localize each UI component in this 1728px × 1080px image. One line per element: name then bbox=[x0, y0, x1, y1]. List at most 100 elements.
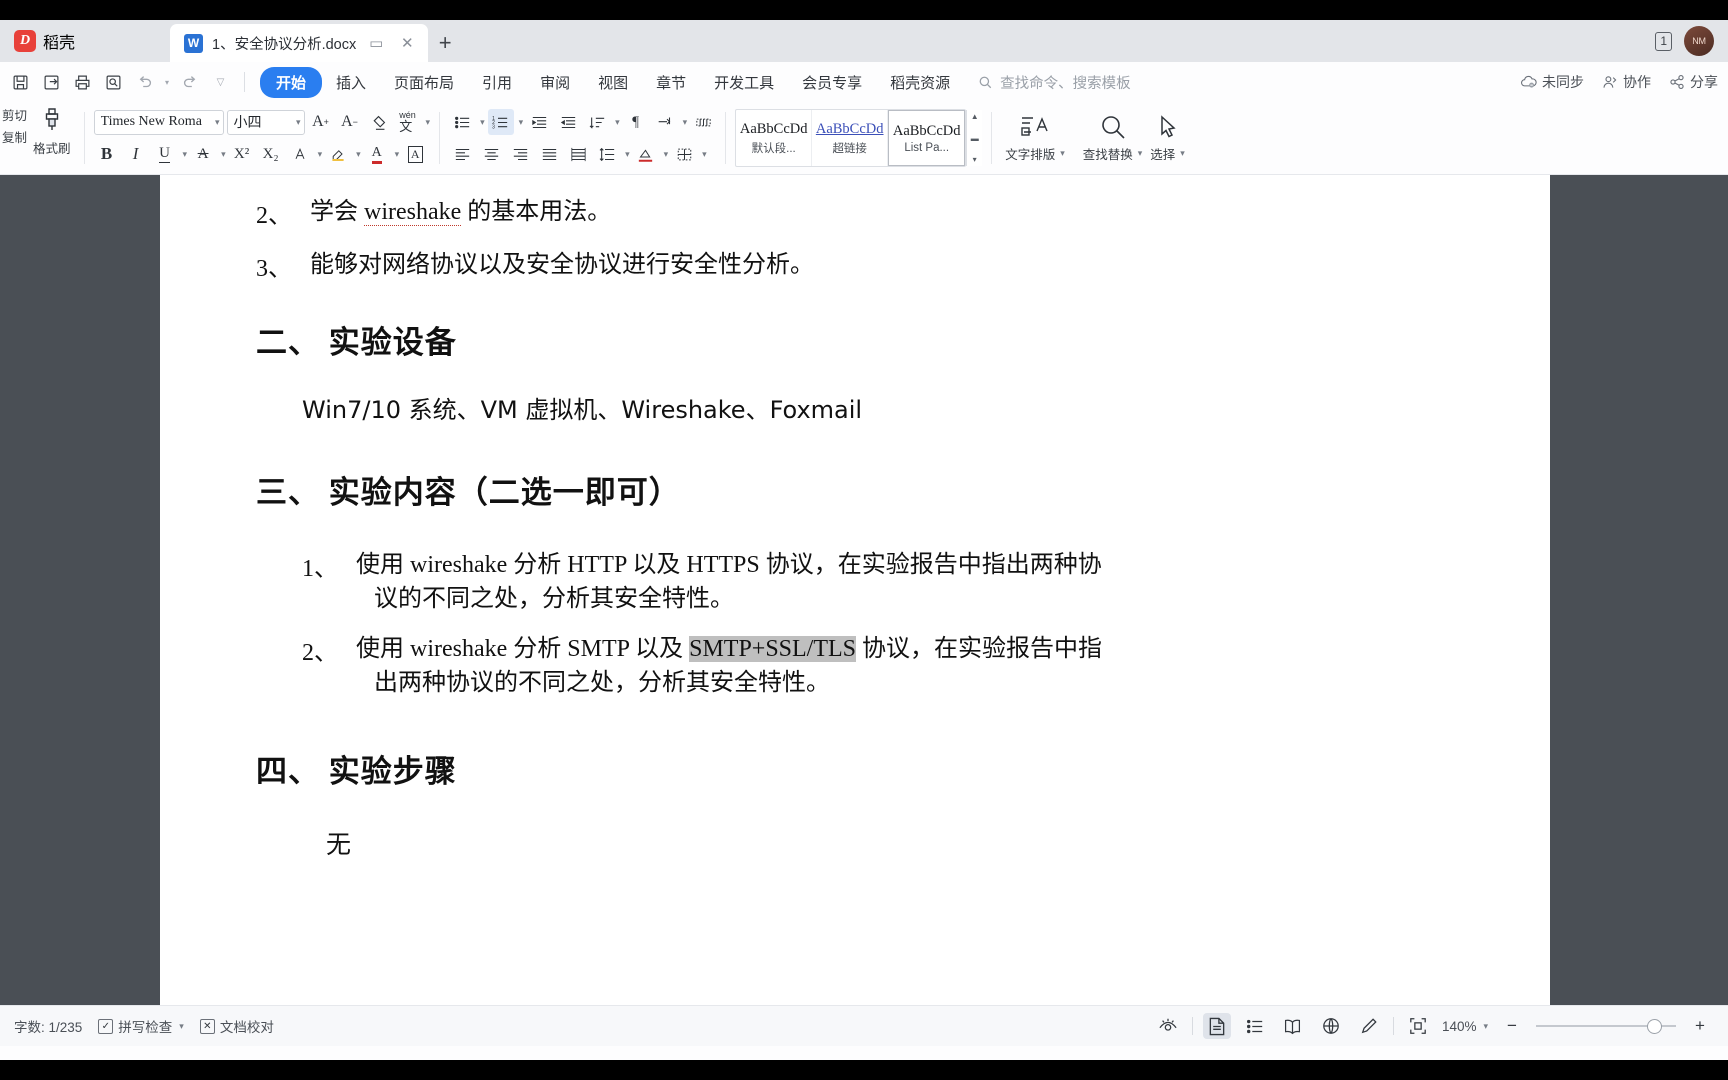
new-tab-button[interactable]: + bbox=[428, 24, 462, 62]
superscript-button[interactable]: X² bbox=[229, 141, 255, 167]
chevron-down-icon[interactable]: ▾ bbox=[356, 149, 361, 160]
spellcheck-toggle[interactable]: ✓ 拼写检查 ▾ bbox=[98, 1016, 184, 1036]
save-icon[interactable] bbox=[6, 68, 35, 97]
gallery-expand-icon[interactable]: ▾ bbox=[973, 155, 977, 164]
page-layout-view-icon[interactable] bbox=[1202, 1013, 1231, 1039]
chevron-down-icon[interactable]: ▾ bbox=[179, 1021, 184, 1032]
borders-icon[interactable] bbox=[671, 141, 697, 167]
show-formatting-marks-icon[interactable]: ¶ bbox=[623, 109, 649, 135]
increase-indent-icon[interactable] bbox=[555, 109, 581, 135]
read-mode-icon[interactable] bbox=[1279, 1013, 1307, 1039]
ribbon-tab-developer[interactable]: 开发工具 bbox=[700, 67, 788, 98]
chevron-down-icon[interactable]: ▾ bbox=[664, 149, 669, 160]
numbering-icon[interactable]: 1 23 bbox=[487, 109, 514, 135]
grid-align-icon[interactable] bbox=[690, 109, 716, 135]
chevron-down-icon[interactable]: ▾ bbox=[1138, 148, 1143, 159]
save-as-icon[interactable] bbox=[37, 68, 66, 97]
word-count[interactable]: 字数: 1/235 bbox=[14, 1016, 82, 1036]
command-search[interactable]: 查找命令、搜索模板 bbox=[978, 72, 1131, 93]
select-button[interactable]: 选择 ▾ bbox=[1146, 113, 1189, 163]
paragraph-mark-icon[interactable] bbox=[652, 109, 678, 135]
find-replace-button[interactable]: 查找替换 ▾ bbox=[1079, 113, 1147, 163]
sort-icon[interactable] bbox=[584, 109, 610, 135]
user-avatar[interactable]: NM bbox=[1684, 26, 1714, 56]
chevron-down-icon[interactable]: ▾ bbox=[183, 149, 188, 160]
shading-icon[interactable] bbox=[633, 141, 659, 167]
style-list-paragraph[interactable]: AaBbCcDd List Pa... bbox=[888, 110, 966, 166]
copy-button[interactable]: 复制 bbox=[2, 127, 27, 146]
document-canvas[interactable]: 2、 学会 wireshake 的基本用法。 3、 能够对网络协议以及安全协议进… bbox=[0, 175, 1728, 1005]
ribbon-tab-insert[interactable]: 插入 bbox=[322, 67, 380, 98]
pinyin-guide-icon[interactable]: wén 文 bbox=[395, 109, 421, 135]
text-effects-button[interactable] bbox=[287, 141, 313, 167]
zoom-out-button[interactable]: − bbox=[1498, 1013, 1526, 1039]
ribbon-tab-references[interactable]: 引用 bbox=[468, 67, 526, 98]
ribbon-tab-start[interactable]: 开始 bbox=[260, 66, 323, 98]
collaborate-button[interactable]: 协作 bbox=[1602, 72, 1651, 92]
sync-status[interactable]: 未同步 bbox=[1520, 72, 1584, 92]
chevron-down-icon[interactable]: ▾ bbox=[615, 117, 620, 128]
align-center-icon[interactable] bbox=[478, 141, 504, 167]
chevron-down-icon[interactable]: ▾ bbox=[426, 117, 431, 128]
checkbox-checked-icon[interactable]: ✓ bbox=[98, 1018, 114, 1034]
outline-view-icon[interactable] bbox=[1241, 1013, 1269, 1039]
gallery-scroll-up-icon[interactable]: ▲ bbox=[971, 112, 979, 121]
undo-dropdown-icon[interactable]: ▾ bbox=[161, 68, 173, 97]
checkbox-x-icon[interactable]: ✕ bbox=[199, 1018, 215, 1034]
zoom-in-button[interactable]: + bbox=[1686, 1013, 1714, 1039]
window-count-badge[interactable]: 1 bbox=[1655, 31, 1672, 51]
customize-quick-access-icon[interactable]: ▽ bbox=[206, 68, 235, 97]
bold-button[interactable]: B bbox=[94, 141, 120, 167]
style-gallery-scroll[interactable]: ▲ ▬ ▾ bbox=[966, 110, 983, 166]
strikethrough-button[interactable]: A bbox=[190, 141, 216, 167]
ribbon-tab-page-layout[interactable]: 页面布局 bbox=[380, 67, 468, 98]
font-size-combo[interactable]: 小四 ▾ bbox=[226, 109, 305, 135]
chevron-down-icon[interactable]: ▾ bbox=[480, 117, 485, 128]
grow-font-icon[interactable]: A + bbox=[308, 109, 334, 135]
print-icon[interactable] bbox=[68, 68, 97, 97]
document-tab[interactable]: W 1、安全协议分析.docx ▭ ✕ bbox=[170, 24, 429, 62]
close-tab-icon[interactable]: ✕ bbox=[396, 32, 418, 54]
edit-pen-icon[interactable] bbox=[1355, 1013, 1383, 1039]
style-default-paragraph[interactable]: AaBbCcDd 默认段... bbox=[736, 110, 813, 166]
gallery-scroll-down-icon[interactable]: ▬ bbox=[971, 134, 979, 143]
chevron-down-icon[interactable]: ▾ bbox=[395, 149, 400, 160]
ribbon-tab-member[interactable]: 会员专享 bbox=[788, 67, 876, 98]
text-typeset-button[interactable]: 文字排版 ▾ bbox=[1001, 113, 1069, 163]
cut-button[interactable]: 剪切 bbox=[2, 105, 27, 124]
align-right-icon[interactable] bbox=[507, 141, 533, 167]
highlighted-text[interactable]: SMTP+SSL/TLS bbox=[689, 636, 857, 663]
undo-icon[interactable] bbox=[130, 68, 159, 97]
zoom-slider[interactable] bbox=[1536, 1018, 1676, 1034]
font-family-combo[interactable]: Times New Roma ▾ bbox=[93, 109, 224, 135]
ribbon-tab-section[interactable]: 章节 bbox=[642, 67, 700, 98]
ribbon-tab-docer[interactable]: 稻壳资源 bbox=[876, 67, 964, 98]
fit-page-icon[interactable] bbox=[1404, 1013, 1432, 1039]
chevron-down-icon[interactable]: ▾ bbox=[221, 149, 226, 160]
underline-button[interactable]: U bbox=[152, 141, 178, 167]
print-preview-icon[interactable] bbox=[99, 68, 128, 97]
chevron-down-icon[interactable]: ▾ bbox=[318, 149, 323, 160]
format-painter-button[interactable]: 格式刷 bbox=[29, 105, 75, 157]
chevron-down-icon[interactable]: ▾ bbox=[702, 149, 707, 160]
italic-button[interactable]: I bbox=[123, 141, 149, 167]
chevron-down-icon[interactable]: ▾ bbox=[625, 149, 630, 160]
decrease-indent-icon[interactable] bbox=[526, 109, 552, 135]
focus-eye-icon[interactable] bbox=[1154, 1013, 1182, 1039]
chevron-down-icon[interactable]: ▾ bbox=[215, 117, 220, 128]
shrink-font-icon[interactable]: A − bbox=[337, 109, 363, 135]
ribbon-tab-review[interactable]: 审阅 bbox=[526, 67, 584, 98]
proofread-toggle[interactable]: ✕ 文档校对 bbox=[199, 1016, 274, 1036]
bullets-icon[interactable] bbox=[449, 109, 475, 135]
line-spacing-icon[interactable] bbox=[594, 141, 620, 167]
docer-brand[interactable]: D 稻壳 bbox=[0, 20, 170, 62]
zoom-slider-knob[interactable] bbox=[1647, 1018, 1662, 1034]
chevron-down-icon[interactable]: ▾ bbox=[1060, 148, 1065, 159]
chevron-down-icon[interactable]: ▾ bbox=[683, 117, 688, 128]
style-hyperlink[interactable]: AaBbCcDd 超链接 bbox=[812, 110, 889, 166]
align-left-icon[interactable] bbox=[449, 141, 475, 167]
justify-icon[interactable] bbox=[536, 141, 562, 167]
font-color-button[interactable]: A bbox=[364, 141, 390, 167]
share-button[interactable]: 分享 bbox=[1669, 72, 1718, 92]
web-layout-icon[interactable] bbox=[1317, 1013, 1345, 1039]
